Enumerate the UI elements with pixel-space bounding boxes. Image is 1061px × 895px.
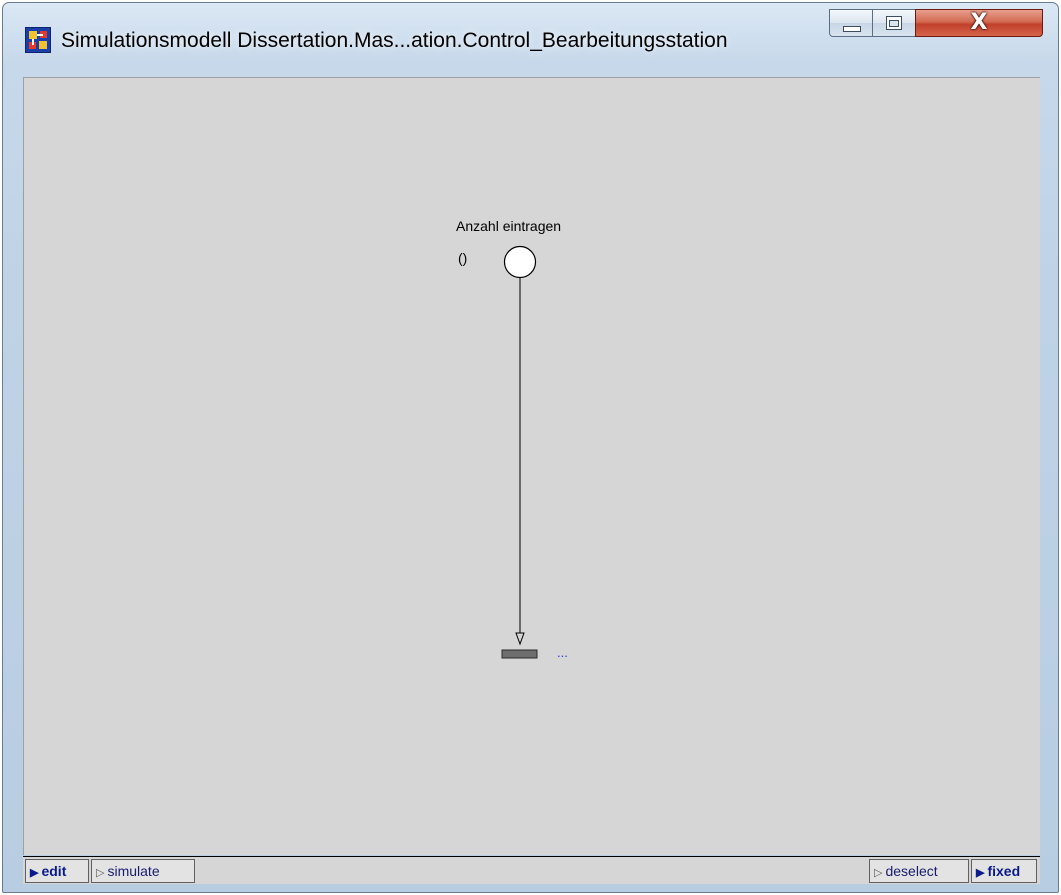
edit-mode-button[interactable]: ▶ edit (25, 859, 89, 883)
edit-label: edit (41, 863, 67, 879)
filled-arrow-icon: ▶ (30, 867, 39, 879)
title-bar[interactable]: Simulationsmodell Dissertation.Mas...ati… (3, 3, 1058, 77)
hollow-arrow-icon: ▷ (874, 867, 883, 879)
application-window: Simulationsmodell Dissertation.Mas...ati… (2, 2, 1059, 893)
transition-annotation[interactable]: ... (557, 645, 568, 660)
model-canvas[interactable]: Anzahl eintragen () ... (23, 77, 1040, 855)
close-icon: X (970, 10, 988, 35)
hollow-arrow-icon: ▷ (96, 867, 105, 879)
place-node[interactable] (503, 245, 537, 279)
petri-net-app-icon[interactable] (25, 27, 51, 53)
maximize-button[interactable] (872, 9, 916, 37)
window-title: Simulationsmodell Dissertation.Mas...ati… (61, 29, 728, 52)
fixed-label: fixed (987, 863, 1021, 879)
filled-arrow-icon: ▶ (976, 867, 985, 879)
simulate-label: simulate (107, 863, 160, 879)
minimize-button[interactable] (829, 9, 873, 37)
minimize-icon (843, 26, 861, 32)
close-button[interactable]: X (915, 9, 1043, 37)
deselect-button[interactable]: ▷ deselect (869, 859, 969, 883)
status-bar: ▶ edit ▷ simulate ▷ deselect ▶ fixed (23, 856, 1040, 884)
fixed-button[interactable]: ▶ fixed (971, 859, 1037, 883)
maximize-icon (886, 16, 902, 30)
place-label[interactable]: Anzahl eintragen (456, 218, 561, 234)
transition-node[interactable] (501, 649, 538, 659)
simulate-mode-button[interactable]: ▷ simulate (91, 859, 195, 883)
deselect-label: deselect (885, 863, 938, 879)
place-marking: () (458, 250, 468, 266)
arc-arrowhead (515, 632, 525, 646)
model-graph (501, 245, 538, 659)
